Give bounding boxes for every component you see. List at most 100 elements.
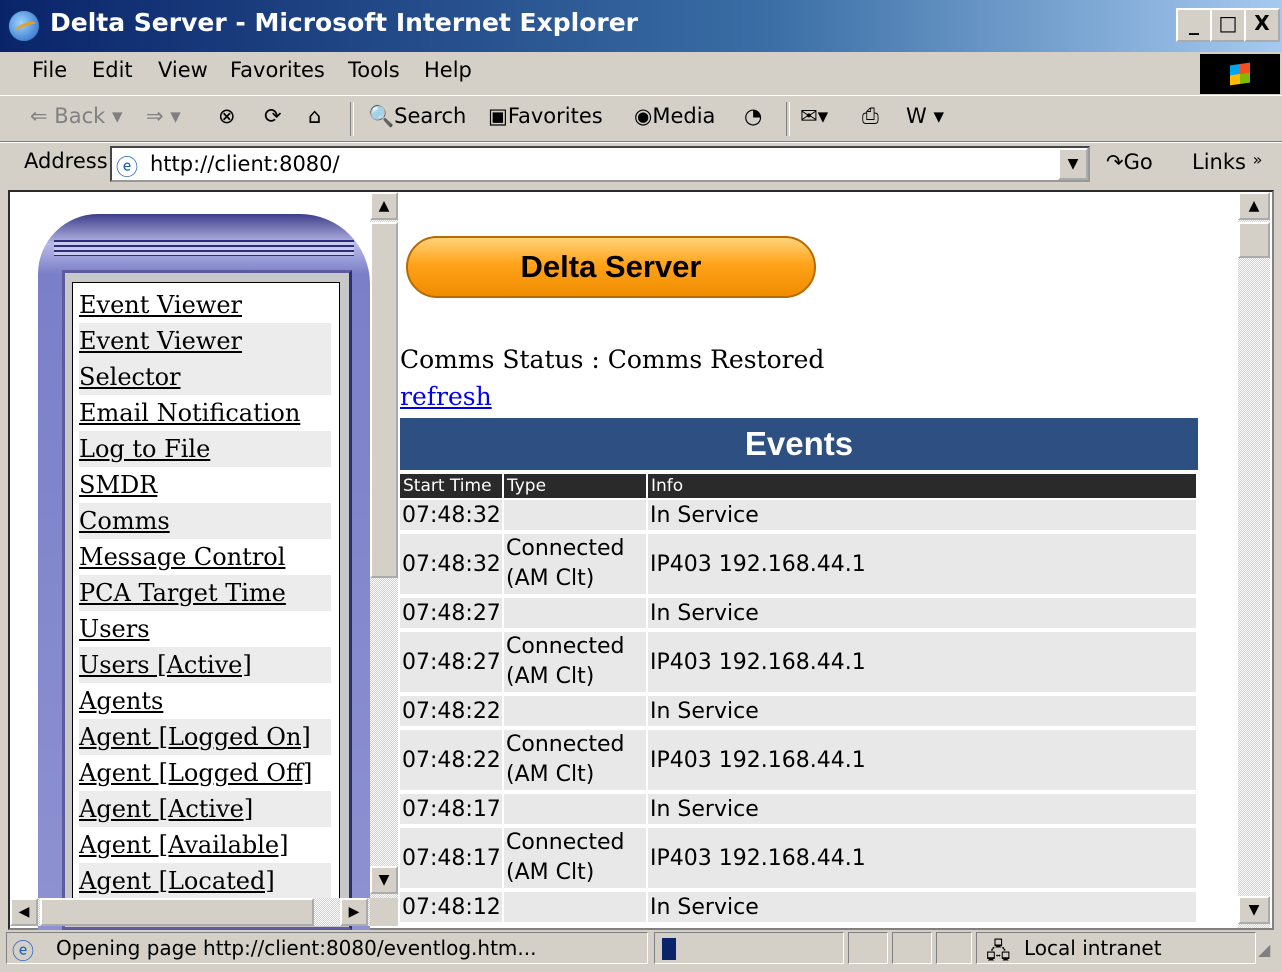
triangle-left-icon: ◀ (18, 904, 30, 920)
left-scroll-down-button[interactable]: ▼ (370, 866, 398, 894)
menu-file[interactable]: File (32, 58, 67, 82)
right-scroll-down-button[interactable]: ▼ (1238, 896, 1270, 924)
table-row: 07:48:22 In Service (400, 696, 1196, 728)
triangle-up-icon: ▲ (1248, 198, 1260, 214)
status-panel-empty (848, 932, 888, 964)
column-info: Info (648, 474, 1196, 498)
nav-item-pca-target-time[interactable]: PCA Target Time (79, 575, 331, 611)
forward-button[interactable]: ⇒ ▾ (146, 104, 181, 128)
window-title: Delta Server - Microsoft Internet Explor… (50, 8, 639, 37)
nav-item-agent-logged-off[interactable]: Agent [Logged Off] (79, 755, 331, 791)
left-scroll-right-button[interactable]: ▶ (340, 898, 368, 926)
nav-item-message-control[interactable]: Message Control (79, 539, 331, 575)
column-type: Type (504, 474, 646, 498)
maximize-button[interactable]: □ (1210, 8, 1246, 42)
progress-bar (662, 938, 676, 960)
column-start-time: Start Time (400, 474, 502, 498)
menu-tools[interactable]: Tools (348, 58, 400, 82)
cell-type (504, 794, 646, 824)
cell-time: 07:48:32 (400, 534, 502, 594)
nav-item-selector[interactable]: Selector (79, 359, 331, 395)
nav-item-smdr[interactable]: SMDR (79, 467, 331, 503)
delta-server-banner: Delta Server (406, 236, 816, 298)
table-row: 07:48:32 Connected (AM Clt) IP403 192.168.… (400, 534, 1196, 596)
cell-info: In Service (648, 892, 1196, 922)
nav-item-agent-logged-on[interactable]: Agent [Logged On] (79, 719, 331, 755)
right-scroll-thumb[interactable] (1238, 222, 1270, 258)
cell-time: 07:48:27 (400, 632, 502, 692)
table-row: 07:48:12 In Service (400, 892, 1196, 924)
address-url[interactable]: http://client:8080/ (150, 152, 340, 176)
progress-panel (654, 932, 844, 964)
left-horizontal-thumb[interactable] (40, 898, 314, 926)
nav-item-agent-active[interactable]: Agent [Active] (79, 791, 331, 827)
cell-time: 07:48:32 (400, 500, 502, 530)
right-vertical-scrollbar[interactable] (1238, 192, 1270, 928)
stop-button[interactable]: ⊗ (218, 104, 236, 128)
nav-item-event-viewer[interactable]: Event Viewer (79, 287, 331, 323)
cell-info: IP403 192.168.44.1 (648, 828, 1196, 888)
left-scroll-left-button[interactable]: ◀ (10, 898, 38, 926)
search-icon: 🔍 (368, 104, 395, 128)
windows-logo-icon (1200, 54, 1280, 94)
nav-item-email-notification[interactable]: Email Notification (79, 395, 331, 431)
nav-item-users-active[interactable]: Users [Active] (79, 647, 331, 683)
nav-item-agent-located[interactable]: Agent [Located] (79, 863, 331, 899)
stop-icon: ⊗ (218, 104, 236, 128)
links-button[interactable]: Links » (1192, 150, 1262, 174)
address-dropdown-button[interactable]: ▼ (1058, 148, 1088, 180)
media-button[interactable]: ◉Media (634, 104, 715, 128)
title-bar[interactable]: Delta Server - Microsoft Internet Explor… (0, 0, 1282, 52)
go-button[interactable]: ↷Go (1106, 150, 1153, 174)
back-button[interactable]: ⇐ Back ▾ (30, 104, 123, 128)
cell-time: 07:48:22 (400, 730, 502, 790)
cell-info: IP403 192.168.44.1 (648, 632, 1196, 692)
cell-type (504, 500, 646, 530)
menu-help[interactable]: Help (424, 58, 472, 82)
nav-item-log-to-file[interactable]: Log to File (79, 431, 331, 467)
intranet-icon: 🖧 (986, 939, 1011, 964)
mail-button[interactable]: ✉▾ (800, 104, 828, 128)
go-label: Go (1123, 150, 1153, 174)
scrollbar-corner (370, 898, 398, 926)
cell-type (504, 598, 646, 628)
menu-edit[interactable]: Edit (92, 58, 133, 82)
triangle-right-icon: ▶ (348, 904, 360, 920)
cell-info: In Service (648, 794, 1196, 824)
forward-arrow-icon: ⇒ ▾ (146, 104, 181, 128)
mail-icon: ✉▾ (800, 104, 829, 128)
status-text: Opening page http://client:8080/eventlog… (56, 936, 537, 960)
right-scroll-up-button[interactable]: ▲ (1238, 192, 1270, 220)
nav-item-event-viewer-selector[interactable]: Event Viewer (79, 323, 331, 359)
close-button[interactable]: X (1244, 8, 1280, 42)
cell-info: In Service (648, 598, 1196, 628)
table-row: 07:48:32 In Service (400, 500, 1196, 532)
status-panel-empty (892, 932, 932, 964)
resize-grip-icon[interactable]: ◢ (1258, 940, 1270, 959)
menu-bar: File Edit View Favorites Tools Help (0, 52, 1282, 96)
refresh-button[interactable]: ⟳ (264, 104, 282, 128)
media-icon: ◉ (634, 104, 653, 128)
page-icon: ⓔ (116, 156, 139, 181)
address-label: Address (24, 149, 108, 173)
cell-type: Connected (AM Clt) (504, 730, 646, 790)
cell-type (504, 892, 646, 922)
cell-info: In Service (648, 500, 1196, 530)
menu-favorites[interactable]: Favorites (230, 58, 325, 82)
home-button[interactable]: ⌂ (308, 104, 321, 128)
cell-time: 07:48:17 (400, 828, 502, 888)
refresh-link[interactable]: refresh (400, 382, 492, 411)
nav-item-agent-available[interactable]: Agent [Available] (79, 827, 331, 863)
minimize-button[interactable]: _ (1176, 8, 1212, 42)
edit-button[interactable]: W ▾ (906, 104, 944, 128)
favorites-button[interactable]: ▣Favorites (488, 104, 603, 128)
left-scroll-up-button[interactable]: ▲ (370, 192, 398, 220)
history-button[interactable]: ◔ (744, 104, 762, 128)
nav-item-agents[interactable]: Agents (79, 683, 331, 719)
search-button[interactable]: 🔍Search (368, 104, 466, 129)
menu-view[interactable]: View (158, 58, 208, 82)
print-button[interactable]: ⎙ (862, 104, 879, 129)
left-scroll-thumb[interactable] (370, 222, 398, 578)
nav-item-comms[interactable]: Comms (79, 503, 331, 539)
nav-item-users[interactable]: Users (79, 611, 331, 647)
